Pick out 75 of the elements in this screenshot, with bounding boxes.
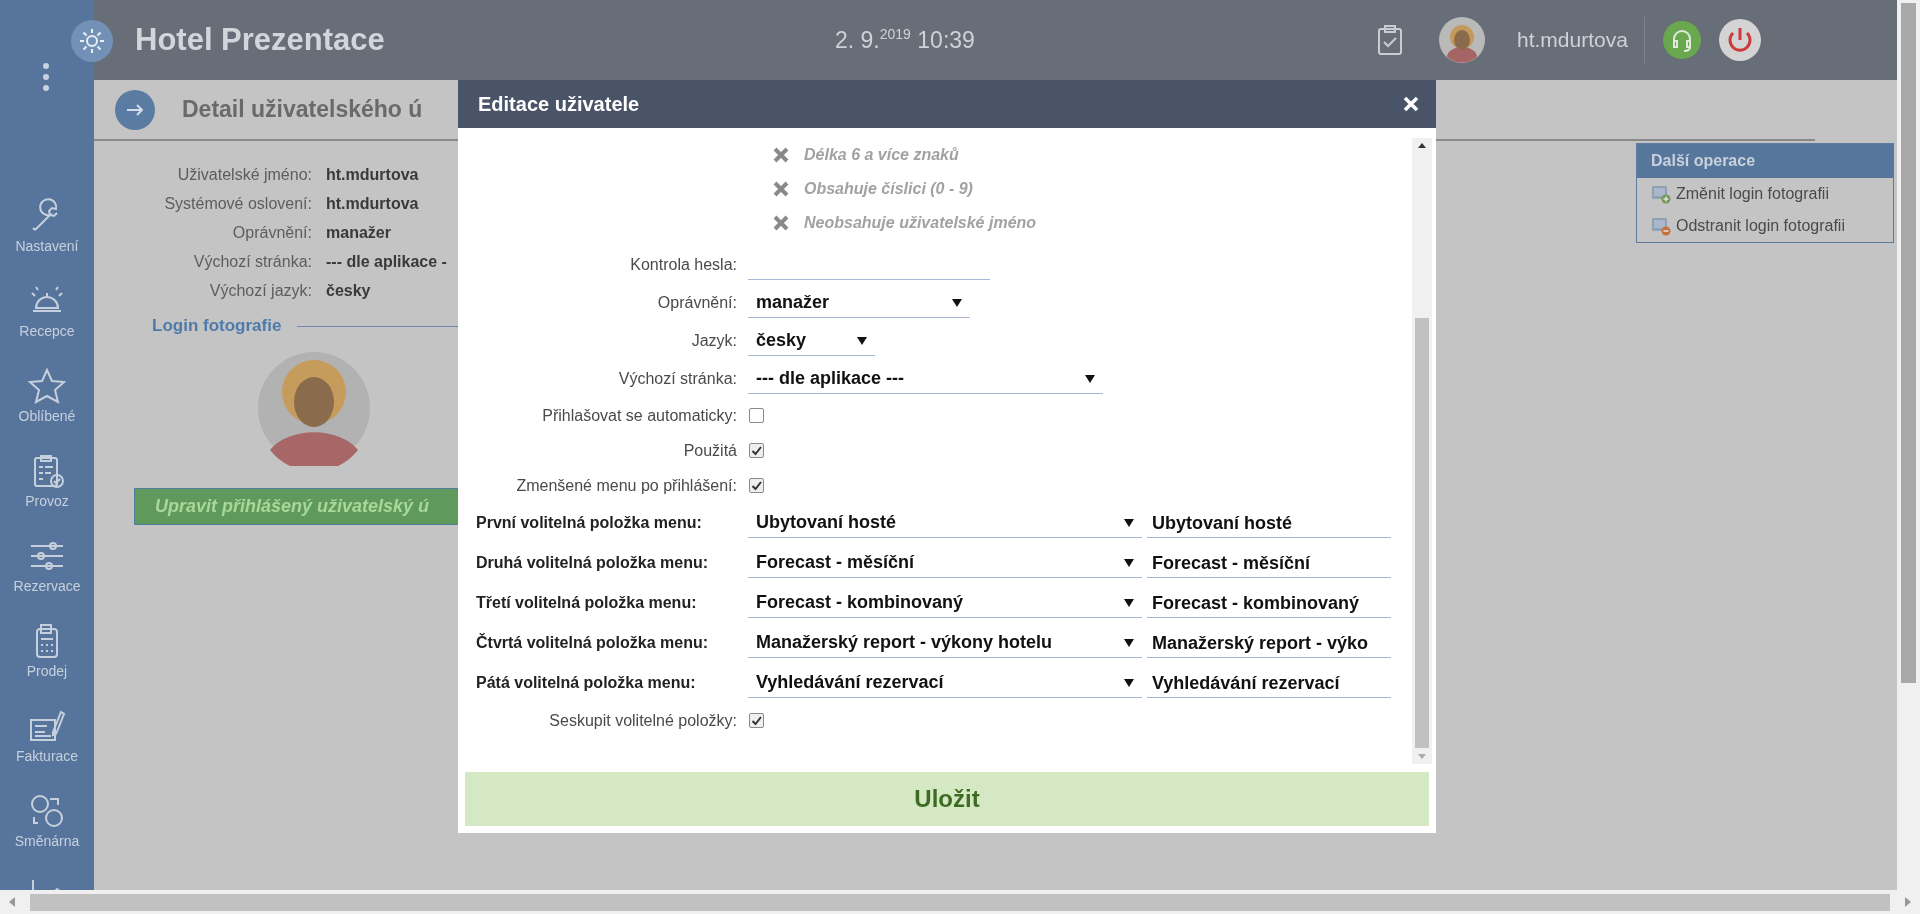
select-field[interactable]: manažer [748,288,970,318]
select-field[interactable]: Forecast - kombinovaný [748,588,1142,618]
scrollbar-thumb[interactable] [1415,318,1429,748]
text-field[interactable]: Forecast - kombinovaný [1147,588,1391,618]
field-label: Systémové oslovení: [163,195,312,213]
field-label: Použitá [682,441,737,461]
text-field[interactable]: Vyhledávání rezervací [1147,668,1391,698]
caret-icon [1124,558,1134,567]
password-rule: Neobsahuje uživatelské jméno [804,214,1037,232]
app-title: Hotel Prezentace [135,22,386,58]
panel-link[interactable]: Změnit login fotografii [1637,178,1893,210]
star-icon [27,366,67,406]
select-field[interactable]: česky [748,326,875,356]
field-label: Výchozí stránka: [617,369,737,389]
select-field[interactable]: Manažerský report - výkony hotelu [748,628,1142,658]
field-label: Oprávnění: [656,293,737,313]
field-label: Oprávnění: [231,224,312,242]
field-value: česky [326,282,371,300]
panel-link[interactable]: Odstranit login fotografii [1637,210,1893,242]
field-label: Druhá volitelná položka menu: [476,553,710,573]
more-icon[interactable] [42,62,50,92]
avatar-icon [256,350,372,466]
field-label: Pátá volitelná položka menu: [476,673,697,693]
caret-icon [1124,678,1134,687]
field-label: Uživatelské jméno: [176,166,312,184]
dialog-title: Editace uživatele [478,92,640,116]
field-label: Přihlašovat se automaticky: [541,406,737,426]
scrollbar[interactable] [1897,0,1920,890]
caret-icon [1124,598,1134,607]
select-field[interactable]: Vyhledávání rezervací [748,668,1142,698]
text-field[interactable]: Manažerský report - výko [1147,628,1391,658]
field-value: ht.mdurtova [326,166,419,184]
image-remove-icon [1651,216,1671,236]
select-field[interactable]: Forecast - měsíční [748,548,1142,578]
caret-icon [952,298,962,307]
save-button[interactable]: Uložit [465,772,1429,826]
field-label: Třetí volitelná položka menu: [476,593,698,613]
field-label: Jazyk: [690,331,737,351]
clipboard-check-icon[interactable] [1377,24,1403,56]
scrollbar-thumb[interactable] [30,893,1890,911]
field-label: Výchozí stránka: [192,253,312,271]
user-avatar[interactable] [1439,17,1485,63]
checkbox[interactable] [749,443,764,458]
password-rule: Obsahuje číslici (0 - 9) [804,180,973,198]
date-time: 2. 9.$^{2019}$ 10:39 [835,26,976,54]
field-label: Seskupit volitelné položky: [548,711,737,731]
checkbox[interactable] [749,408,764,423]
field-label: Čtvrtá volitelná položka menu: [476,632,710,653]
arrow-right-icon[interactable] [115,89,155,130]
close-icon[interactable] [1402,95,1420,113]
page-title: Detail uživatelského ú [182,96,423,123]
text-field[interactable]: Ubytovaní hosté [1147,508,1391,538]
checkbox[interactable] [749,478,764,493]
field-value: --- dle aplikace - [326,253,447,271]
panel-title: Další operace [1637,144,1893,178]
field-label: Výchozí jazyk: [208,282,312,300]
password-rule: Délka 6 a více znaků [804,146,959,164]
field-label: Kontrola hesla: [629,255,737,275]
scrollbar-thumb[interactable] [1901,3,1916,683]
field-value: manažer [326,224,391,242]
headset-icon[interactable] [1662,21,1701,59]
power-icon[interactable] [1718,19,1761,61]
field-value: ht.mdurtova [326,195,419,213]
text-field[interactable]: Forecast - měsíční [1147,548,1391,578]
checkbox[interactable] [749,713,764,728]
caret-icon [1124,518,1134,527]
caret-icon [857,336,867,345]
image-add-icon [1651,184,1671,204]
scrollbar[interactable] [0,890,1920,914]
caret-icon [1124,638,1134,647]
select-field[interactable]: --- dle aplikace --- [748,364,1103,394]
section-heading: Login fotografie [152,316,282,336]
scrollbar[interactable] [1412,138,1432,764]
caret-icon [1085,374,1095,383]
select-field[interactable]: Ubytovaní hosté [748,508,1142,538]
